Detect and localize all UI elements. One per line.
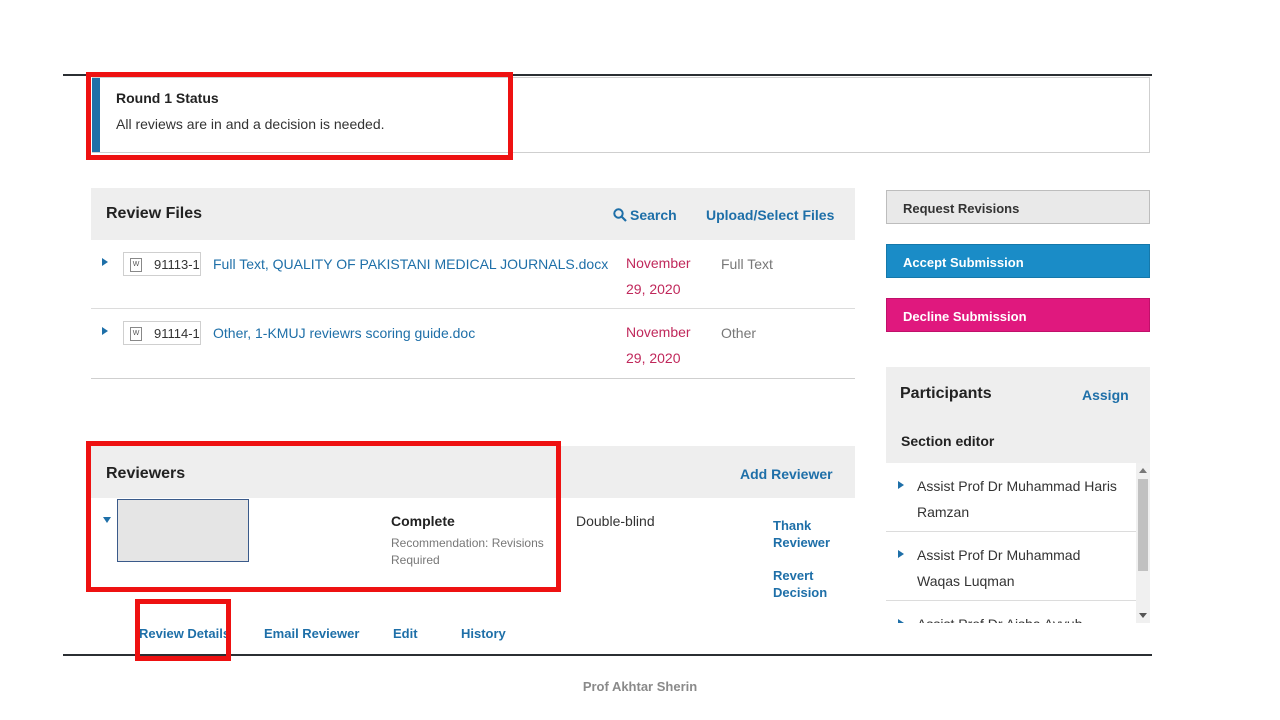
participants-scrollbar[interactable] bbox=[1136, 463, 1150, 623]
file-type: Other bbox=[721, 325, 757, 341]
file-id: 91114-1 bbox=[154, 326, 200, 341]
round-status-panel: Round 1 Status All reviews are in and a … bbox=[92, 77, 1150, 153]
file-row: W 91113-1 Full Text, QUALITY OF PAKISTAN… bbox=[91, 240, 855, 309]
status-accent-bar bbox=[92, 78, 100, 152]
participant-name: Assist Prof Dr Muhammad Waqas Luqman bbox=[917, 547, 1081, 589]
word-file-icon: W bbox=[130, 258, 142, 272]
review-files-panel: Review Files Search Upload/Select Files … bbox=[91, 188, 855, 379]
status-title: Round 1 Status bbox=[116, 90, 219, 106]
assign-button[interactable]: Assign bbox=[1082, 387, 1129, 403]
file-row: W 91114-1 Other, 1-KMUJ reviewrs scoring… bbox=[91, 309, 855, 377]
collapse-arrow-icon[interactable] bbox=[103, 517, 111, 523]
expand-arrow-icon[interactable] bbox=[898, 619, 904, 623]
participant-item[interactable]: Assist Prof Dr Muhammad Haris Ramzan bbox=[886, 463, 1136, 532]
participant-item[interactable]: Assist Prof Dr Muhammad Waqas Luqman bbox=[886, 532, 1136, 601]
search-icon bbox=[613, 208, 627, 222]
file-id-badge: W 91114-1 bbox=[123, 321, 201, 345]
expand-arrow-icon[interactable] bbox=[102, 258, 108, 266]
reviewer-name-redacted bbox=[117, 499, 249, 562]
file-date: November 29, 2020 bbox=[626, 319, 716, 371]
upload-select-files-button[interactable]: Upload/Select Files bbox=[706, 207, 834, 223]
participant-name: Assist Prof Dr Aisha Ayyub bbox=[917, 611, 1122, 623]
file-date: November 29, 2020 bbox=[626, 250, 716, 302]
word-file-icon: W bbox=[130, 327, 142, 341]
scroll-up-icon[interactable] bbox=[1139, 468, 1147, 473]
search-label: Search bbox=[630, 207, 677, 223]
participant-list[interactable]: Assist Prof Dr Muhammad Haris Ramzan Ass… bbox=[886, 463, 1136, 623]
reviewers-header: Reviewers Add Reviewer bbox=[91, 446, 855, 498]
expand-arrow-icon[interactable] bbox=[102, 327, 108, 335]
section-editor-label: Section editor bbox=[901, 433, 995, 449]
edit-link[interactable]: Edit bbox=[393, 626, 418, 641]
participants-panel: Participants Assign Section editor Assis… bbox=[886, 367, 1150, 623]
review-method: Double-blind bbox=[576, 513, 655, 529]
add-reviewer-button[interactable]: Add Reviewer bbox=[740, 466, 833, 482]
top-divider bbox=[63, 74, 1152, 76]
request-revisions-button[interactable]: Request Revisions bbox=[886, 190, 1150, 224]
review-status: Complete bbox=[391, 513, 455, 529]
file-name-link[interactable]: Full Text, QUALITY OF PAKISTANI MEDICAL … bbox=[213, 256, 608, 272]
history-link[interactable]: History bbox=[461, 626, 506, 641]
email-reviewer-link[interactable]: Email Reviewer bbox=[264, 626, 359, 641]
reviewers-title: Reviewers bbox=[106, 465, 186, 482]
scroll-down-icon[interactable] bbox=[1139, 613, 1147, 618]
revert-decision-link[interactable]: Revert Decision bbox=[773, 567, 853, 601]
reviewers-panel: Reviewers Add Reviewer Complete Recommen… bbox=[91, 446, 855, 654]
accept-submission-button[interactable]: Accept Submission bbox=[886, 244, 1150, 278]
file-date-line2: 29, 2020 bbox=[626, 350, 681, 366]
decline-submission-button[interactable]: Decline Submission bbox=[886, 298, 1150, 332]
review-files-title: Review Files bbox=[106, 205, 203, 222]
file-date-line1: November bbox=[626, 255, 691, 271]
participant-name: Assist Prof Dr Muhammad Haris Ramzan bbox=[917, 478, 1117, 520]
footer-credit: Prof Akhtar Sherin bbox=[582, 679, 698, 694]
file-id: 91113-1 bbox=[154, 257, 200, 272]
participant-item[interactable]: Assist Prof Dr Aisha Ayyub bbox=[886, 601, 1136, 623]
review-files-header: Review Files Search Upload/Select Files bbox=[91, 188, 855, 240]
thank-reviewer-link[interactable]: Thank Reviewer bbox=[773, 517, 853, 551]
file-id-badge: W 91113-1 bbox=[123, 252, 201, 276]
search-button[interactable]: Search bbox=[613, 207, 677, 223]
status-text: All reviews are in and a decision is nee… bbox=[116, 116, 385, 132]
expand-arrow-icon[interactable] bbox=[898, 550, 904, 558]
participants-title: Participants bbox=[900, 385, 992, 402]
file-date-line1: November bbox=[626, 324, 691, 340]
bottom-divider bbox=[63, 654, 1152, 656]
file-name-link[interactable]: Other, 1-KMUJ reviewrs scoring guide.doc bbox=[213, 325, 475, 341]
scrollbar-thumb[interactable] bbox=[1138, 479, 1148, 571]
file-type: Full Text bbox=[721, 256, 773, 272]
file-date-line2: 29, 2020 bbox=[626, 281, 681, 297]
expand-arrow-icon[interactable] bbox=[898, 481, 904, 489]
review-recommendation: Recommendation: Revisions Required bbox=[391, 536, 544, 567]
review-details-link[interactable]: Review Details bbox=[139, 626, 230, 641]
